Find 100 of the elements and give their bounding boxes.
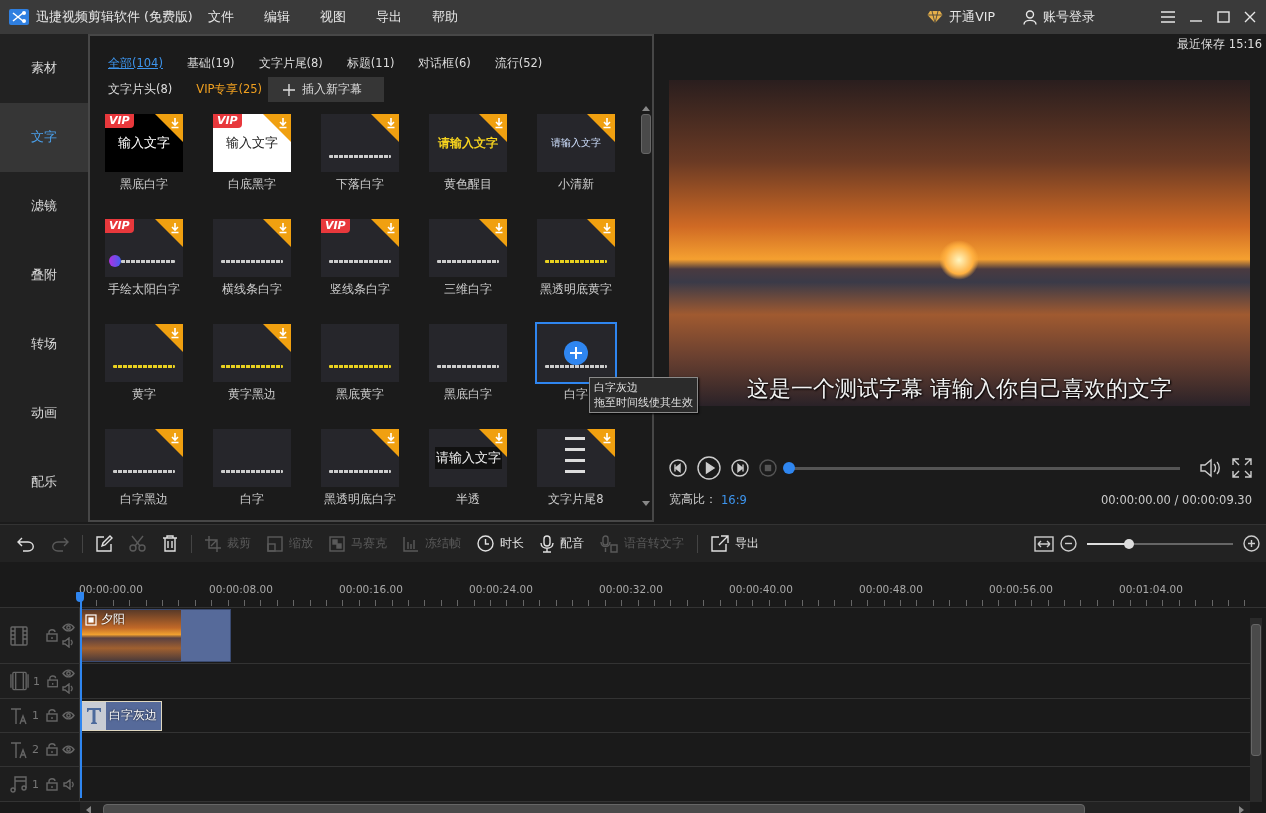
ruler-label: 00:00:48.00	[859, 583, 924, 595]
template-thumbnail[interactable]	[537, 429, 615, 487]
vip-button[interactable]: 开通VIP	[927, 4, 995, 30]
sample-text-drawing	[437, 365, 499, 368]
aspect-ratio-value[interactable]: 16:9	[721, 492, 747, 507]
download-icon[interactable]	[371, 114, 399, 142]
download-icon[interactable]	[587, 429, 615, 457]
download-icon[interactable]	[371, 429, 399, 457]
download-icon[interactable]	[479, 219, 507, 247]
template-thumbnail[interactable]	[213, 429, 291, 487]
download-icon[interactable]	[155, 429, 183, 457]
toolbar-button[interactable]: 时长	[472, 531, 529, 556]
template-thumbnail[interactable]	[537, 219, 615, 277]
eye-icon[interactable]	[62, 668, 75, 678]
maximize-icon[interactable]	[1217, 11, 1230, 23]
eye-icon[interactable]	[62, 623, 75, 632]
template-label: 黑透明底黄字	[539, 282, 613, 297]
speaker-icon[interactable]	[62, 637, 74, 648]
category-tab[interactable]: 全部(104)	[108, 52, 163, 75]
insert-subtitle-button[interactable]: 插入新字幕	[268, 77, 385, 102]
ruler-label: 00:00:32.00	[599, 583, 664, 595]
sample-text-drawing	[121, 260, 175, 263]
previous-frame-icon[interactable]	[669, 459, 687, 477]
category-tab[interactable]: 基础(19)	[186, 52, 235, 75]
template-thumbnail[interactable]	[321, 324, 399, 382]
sidebar-tab[interactable]: 文字	[0, 103, 88, 172]
category-tab[interactable]: 流行(52)	[494, 52, 543, 75]
last-saved-label: 最近保存 15:16	[1177, 37, 1262, 52]
eye-icon[interactable]	[62, 711, 75, 720]
template-thumbnail[interactable]: 请输入文字	[429, 114, 507, 172]
fit-width-icon[interactable]	[1034, 535, 1054, 552]
mosaic-icon	[329, 535, 345, 552]
menu-item[interactable]: 编辑	[264, 4, 290, 30]
category-tab[interactable]: 文字片尾(8)	[258, 52, 323, 75]
add-icon[interactable]	[564, 341, 588, 365]
menu-item[interactable]: 视图	[320, 4, 346, 30]
download-icon[interactable]	[155, 324, 183, 352]
download-icon[interactable]	[263, 219, 291, 247]
sample-text-drawing	[545, 260, 607, 263]
toolbar-button[interactable]: 配音	[535, 530, 589, 557]
text-clip[interactable]: 白字灰边	[81, 700, 162, 731]
template-thumbnail[interactable]	[213, 219, 291, 277]
vip-badge: VIP	[213, 114, 242, 128]
play-icon[interactable]	[697, 456, 721, 480]
film-icon	[10, 625, 28, 646]
template-thumbnail[interactable]	[321, 114, 399, 172]
fullscreen-icon[interactable]	[1232, 458, 1252, 478]
resize-icon	[267, 535, 283, 552]
download-icon[interactable]	[263, 324, 291, 352]
download-icon[interactable]	[155, 219, 183, 247]
lock-icon[interactable]	[46, 674, 58, 688]
lock-icon[interactable]	[46, 709, 58, 722]
zoom-handle[interactable]	[1124, 538, 1135, 549]
login-button[interactable]: 账号登录	[1023, 4, 1095, 30]
lock-icon[interactable]	[46, 777, 58, 791]
download-icon[interactable]	[371, 219, 399, 247]
template-thumbnail[interactable]: 请输入文字	[537, 114, 615, 172]
sample-text-drawing	[221, 260, 283, 263]
close-icon[interactable]	[1244, 11, 1256, 23]
lock-icon[interactable]	[46, 629, 58, 642]
video-clip[interactable]: 夕阳	[81, 609, 231, 662]
template-thumbnail[interactable]: VIP 输入文字	[105, 114, 183, 172]
menu-icon[interactable]	[1161, 11, 1175, 23]
template-thumbnail[interactable]	[321, 429, 399, 487]
template-thumbnail[interactable]	[105, 324, 183, 382]
zoom-out-icon[interactable]	[1060, 535, 1077, 552]
zoom-in-icon[interactable]	[1243, 535, 1260, 552]
template-thumbnail[interactable]: 请输入文字	[429, 429, 507, 487]
text-track-icon	[10, 740, 28, 759]
speaker-icon[interactable]	[63, 778, 75, 790]
template-thumbnail[interactable]	[429, 219, 507, 277]
speaker-icon[interactable]	[62, 682, 74, 694]
vip-badge: VIP	[105, 219, 134, 233]
sample-text: 输入文字	[118, 134, 170, 152]
menu-item[interactable]: 帮助	[432, 4, 458, 30]
template-thumbnail[interactable]	[537, 324, 615, 382]
toolbar-button[interactable]: 导出	[706, 531, 764, 556]
template-thumbnail[interactable]	[105, 429, 183, 487]
lock-icon[interactable]	[46, 743, 58, 756]
next-frame-icon[interactable]	[731, 459, 749, 477]
menu-item[interactable]: 文件	[208, 4, 234, 30]
template-thumbnail[interactable]	[429, 324, 507, 382]
template-label: 黄字黑边	[227, 387, 277, 402]
eye-icon[interactable]	[62, 745, 75, 754]
category-tab[interactable]: 标题(11)	[346, 52, 395, 75]
tooltip-hint: 拖至时间线使其生效	[594, 395, 693, 410]
volume-icon[interactable]	[1200, 458, 1222, 478]
template-thumbnail[interactable]: VIP	[321, 219, 399, 277]
template-thumbnail[interactable]: VIP 输入文字	[213, 114, 291, 172]
category-tab[interactable]: 对话框(6)	[418, 52, 471, 75]
app-title: 迅捷视频剪辑软件 (免费版)	[36, 8, 194, 26]
download-icon[interactable]	[587, 219, 615, 247]
template-thumbnail[interactable]: VIP	[105, 219, 183, 277]
category-tab[interactable]: VIP专享(25)	[196, 78, 263, 101]
category-tab[interactable]: 文字片头(8)	[108, 78, 173, 101]
progress-handle[interactable]	[783, 462, 795, 474]
menu-item[interactable]: 导出	[376, 4, 402, 30]
template-label: 小清新	[557, 177, 595, 192]
template-thumbnail[interactable]	[213, 324, 291, 382]
bar-chart-icon	[403, 535, 419, 552]
